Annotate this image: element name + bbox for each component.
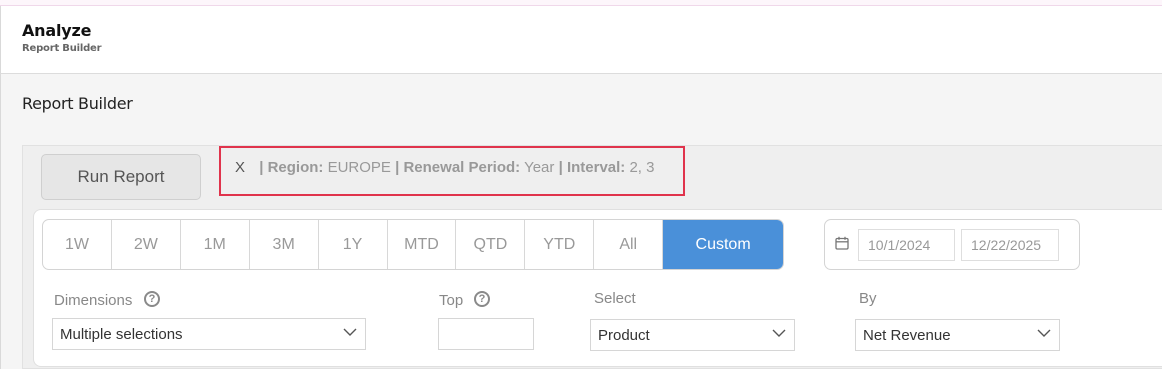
range-custom-button[interactable]: Custom — [663, 220, 783, 269]
by-select[interactable]: Net Revenue — [855, 319, 1060, 351]
range-2w-button[interactable]: 2W — [112, 220, 181, 269]
dimensions-label: Dimensions — [54, 292, 133, 309]
filter-separator: | — [558, 159, 563, 176]
select-label: Select — [594, 290, 636, 307]
help-icon[interactable]: ? — [474, 291, 490, 307]
range-1y-button[interactable]: 1Y — [319, 220, 388, 269]
app-title: Analyze — [22, 21, 92, 40]
filter-key-renewal-period: Renewal Period: — [403, 159, 521, 176]
select-value: Product — [598, 326, 650, 344]
calendar-icon[interactable] — [835, 236, 849, 250]
filter-key-interval: Interval: — [566, 159, 626, 176]
custom-date-range: 10/1/2024 12/22/2025 — [824, 219, 1080, 270]
app-subtitle: Report Builder — [22, 43, 102, 54]
top-label: Top — [439, 292, 464, 309]
dimensions-select[interactable]: Multiple selections — [52, 318, 366, 350]
filter-summary: X | Region: EUROPE | Renewal Period: Yea… — [235, 159, 655, 176]
filter-value-region: EUROPE — [327, 159, 391, 176]
range-mtd-button[interactable]: MTD — [388, 220, 457, 269]
range-qtd-button[interactable]: QTD — [456, 220, 526, 269]
report-panel: Run Report X | Region: EUROPE | Renewal … — [22, 145, 1162, 369]
by-label: By — [859, 290, 877, 307]
metric-select[interactable]: Product — [590, 319, 795, 351]
clear-filters-button[interactable]: X — [235, 159, 245, 176]
filter-separator: | — [395, 159, 400, 176]
date-range-selector: 1W 2W 1M 3M 1Y MTD QTD YTD All Custom — [42, 219, 784, 270]
range-1w-button[interactable]: 1W — [43, 220, 112, 269]
filter-separator: | — [259, 159, 264, 176]
filter-key-region: Region: — [267, 159, 324, 176]
range-ytd-button[interactable]: YTD — [525, 220, 595, 269]
range-3m-button[interactable]: 3M — [250, 220, 319, 269]
page-title: Report Builder — [22, 94, 133, 113]
end-date-input[interactable]: 12/22/2025 — [961, 229, 1059, 261]
filter-value-renewal-period: Year — [524, 159, 555, 176]
filter-value-interval: 2, 3 — [629, 159, 655, 176]
top-input[interactable] — [438, 318, 534, 350]
chevron-down-icon — [343, 328, 357, 336]
app-header: Analyze Report Builder — [0, 6, 1162, 74]
chevron-down-icon — [1037, 329, 1051, 337]
main-content: Report Builder Run Report X | Region: EU… — [0, 74, 1162, 369]
start-date-input[interactable]: 10/1/2024 — [858, 229, 955, 261]
chevron-down-icon — [772, 329, 786, 337]
range-all-button[interactable]: All — [594, 220, 664, 269]
by-value: Net Revenue — [863, 326, 951, 344]
help-icon[interactable]: ? — [144, 291, 160, 307]
run-report-button[interactable]: Run Report — [41, 154, 201, 200]
range-1m-button[interactable]: 1M — [181, 220, 250, 269]
dimensions-value: Multiple selections — [60, 325, 183, 343]
report-options-card: 1W 2W 1M 3M 1Y MTD QTD YTD All Custom 10… — [33, 209, 1162, 367]
active-filters: X | Region: EUROPE | Renewal Period: Yea… — [219, 146, 685, 196]
